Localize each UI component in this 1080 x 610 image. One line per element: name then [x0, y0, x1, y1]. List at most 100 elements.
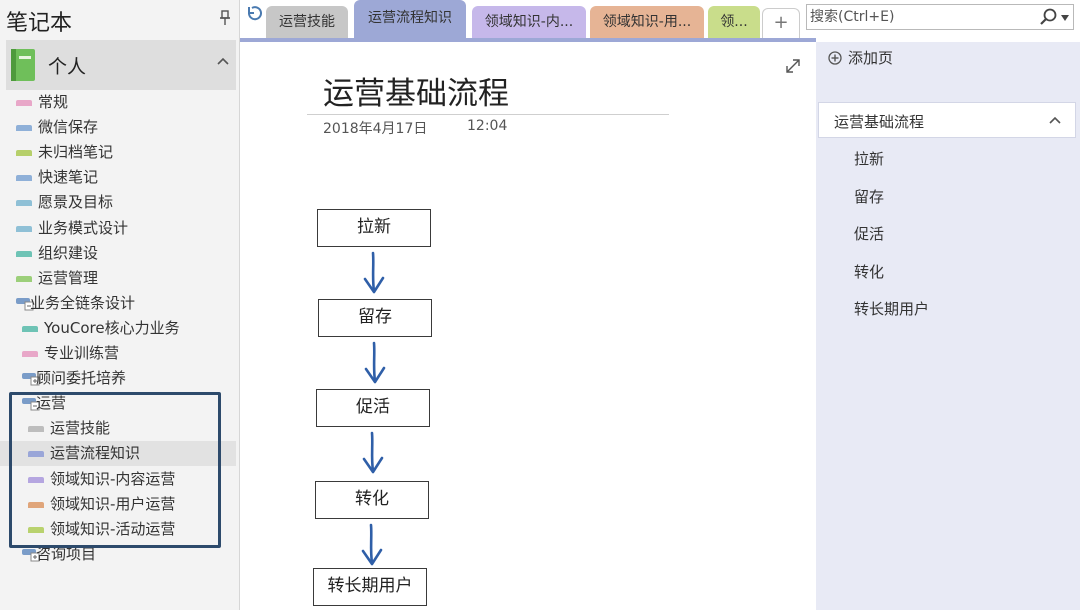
section-tab-icon	[16, 250, 32, 257]
section-tab-icon	[16, 150, 32, 157]
flow-arrow-icon	[362, 431, 384, 474]
add-page-label: 添加页	[848, 49, 894, 67]
section-label: 运营流程知识	[50, 444, 141, 463]
page-date: 2018年4月17日	[323, 121, 428, 137]
section-label: 业务模式设计	[38, 218, 129, 237]
section-tab-strip: + 运营技能 运营流程知识 领域知识-内... 领域知识-用... 领...	[240, 0, 808, 38]
section-item[interactable]: 专业训练营	[0, 341, 236, 366]
section-tab-icon	[28, 501, 44, 508]
section-label: 运营	[36, 394, 67, 413]
section-item[interactable]: 快速笔记	[0, 165, 236, 190]
section-label: 领域知识-内容运营	[50, 469, 176, 488]
flow-arrow-icon	[361, 523, 383, 566]
section-tab-icon	[28, 426, 44, 433]
section-label: 组织建设	[38, 243, 99, 262]
add-section-button[interactable]: +	[762, 8, 800, 38]
section-tab-icon	[28, 451, 44, 458]
page-item-main[interactable]: 运营基础流程	[818, 102, 1076, 138]
section-tab-icon	[22, 325, 38, 332]
notebook-sidebar: 笔记本 个人 常规微信保存未归档笔记快速笔记愿景及目标业务模式设计 组织建设运营管…	[0, 0, 240, 610]
onenote-window: 笔记本 个人 常规微信保存未归档笔记快速笔记愿景及目标业务模式设计 组织建设运营管…	[0, 0, 1080, 610]
pages-panel: 添加页 运营基础流程 拉新留存促活转化转长期用户	[816, 42, 1080, 610]
current-notebook[interactable]: 个人	[6, 40, 236, 90]
section-label: 顾问委托培养	[36, 369, 127, 388]
section-tab-icon	[28, 526, 44, 533]
section-label: YouCore核心力业务	[44, 318, 180, 337]
section-tab[interactable]: 运营流程知识	[354, 0, 466, 38]
page-item-label: 运营基础流程	[834, 113, 925, 131]
section-tab-icon	[16, 100, 32, 106]
section-label: 领域知识-用户运营	[50, 494, 176, 513]
section-tab-icon	[16, 200, 32, 207]
flow-step-box[interactable]: 转化	[315, 481, 429, 519]
flow-step-box[interactable]: 留存	[318, 299, 432, 337]
section-item[interactable]: 业务全链条设计	[0, 291, 236, 316]
section-item[interactable]: 运营管理	[0, 266, 236, 291]
section-item[interactable]: 组织建设	[0, 241, 236, 266]
notebook-header: 笔记本	[0, 0, 240, 38]
section-tab-icon	[22, 351, 38, 357]
subpage-item[interactable]: 转化	[854, 261, 884, 282]
section-label: 快速笔记	[38, 168, 99, 187]
section-item[interactable]: 常规	[0, 90, 236, 115]
section-item[interactable]: 未归档笔记	[0, 140, 236, 165]
page-title[interactable]: 运营基础流程	[323, 68, 509, 113]
section-tab-icon	[28, 476, 44, 483]
search-input[interactable]	[807, 5, 1033, 29]
subpage-item[interactable]: 拉新	[854, 148, 884, 169]
search-icon[interactable]	[1039, 8, 1059, 26]
section-tab-icon	[16, 275, 32, 282]
section-item[interactable]: 领域知识-活动运营	[0, 517, 236, 542]
add-page-plus-icon	[828, 51, 842, 65]
section-item[interactable]: 顾问委托培养	[0, 366, 236, 391]
section-item[interactable]: 领域知识-用户运营	[0, 492, 236, 517]
page-canvas: 运营基础流程 2018年4月17日 12:04 拉新留存促活转化转长期用户	[241, 42, 816, 610]
section-item[interactable]: YouCore核心力业务	[0, 316, 236, 341]
section-label: 领域知识-活动运营	[50, 519, 176, 538]
section-label: 专业训练营	[44, 344, 120, 362]
section-label: 运营管理	[38, 268, 99, 287]
section-label: 微信保存	[38, 118, 99, 137]
section-label: 业务全链条设计	[30, 293, 136, 312]
section-item[interactable]: 咨询项目	[0, 542, 236, 567]
section-item[interactable]: 运营	[0, 391, 236, 416]
pin-icon[interactable]	[220, 10, 230, 26]
flow-step-box[interactable]: 促活	[316, 389, 430, 427]
collapse-chevron-icon[interactable]	[216, 56, 230, 66]
flow-step-box[interactable]: 拉新	[317, 209, 431, 247]
subpage-item[interactable]: 转长期用户	[854, 298, 929, 319]
back-arrow-icon[interactable]	[244, 4, 262, 24]
notebook-icon	[11, 49, 35, 81]
section-tab[interactable]: 领域知识-内...	[472, 6, 586, 38]
section-tab[interactable]: 领...	[708, 6, 760, 38]
section-label: 愿景及目标	[38, 193, 114, 212]
expand-icon[interactable]	[785, 58, 801, 74]
section-item[interactable]: 业务模式设计	[0, 216, 236, 241]
flow-step-box[interactable]: 转长期用户	[313, 568, 427, 606]
section-label: 未归档笔记	[38, 143, 114, 162]
title-divider	[307, 114, 669, 115]
notebook-pane-title: 笔记本	[6, 11, 73, 36]
search-scope-dropdown-icon[interactable]	[1061, 15, 1069, 21]
collapse-subpages-chevron-icon[interactable]	[1049, 115, 1061, 125]
section-item[interactable]: 微信保存	[0, 115, 236, 140]
section-item[interactable]: 领域知识-内容运营	[0, 467, 236, 492]
section-item[interactable]: 运营流程知识	[0, 441, 236, 467]
section-label: 运营技能	[50, 419, 111, 438]
section-tab[interactable]: 领域知识-用...	[590, 6, 704, 38]
section-label: 常规	[38, 93, 69, 111]
section-tab[interactable]: 运营技能	[266, 6, 348, 38]
section-tab-icon	[16, 225, 32, 232]
page-time: 12:04	[467, 118, 508, 134]
subpage-item[interactable]: 促活	[854, 223, 884, 244]
section-tab-icon	[16, 175, 32, 182]
subpage-item[interactable]: 留存	[854, 186, 884, 207]
flow-arrow-icon	[364, 341, 386, 384]
add-page-button[interactable]: 添加页	[828, 46, 893, 70]
notebook-name: 个人	[48, 56, 87, 78]
section-item[interactable]: 运营技能	[0, 416, 236, 441]
search-box	[806, 4, 1074, 30]
section-label: 咨询项目	[36, 544, 97, 563]
section-tab-icon	[16, 125, 32, 132]
section-item[interactable]: 愿景及目标	[0, 190, 236, 215]
